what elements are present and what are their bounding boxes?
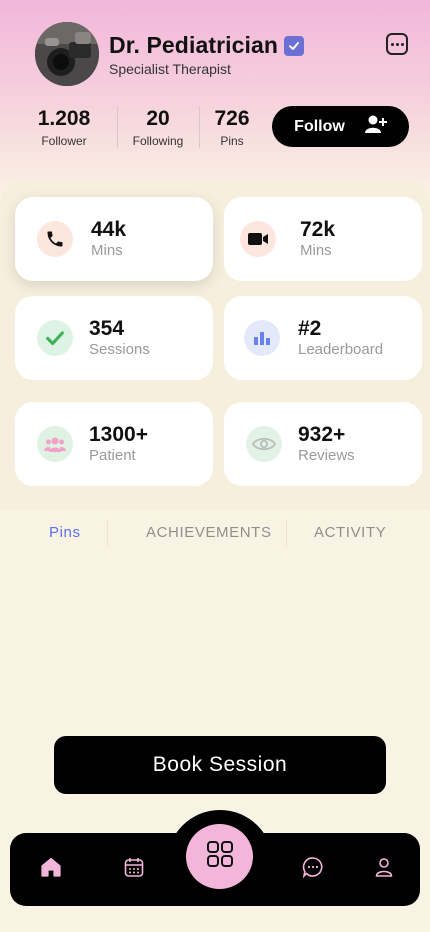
card-caption: Sessions [89, 341, 150, 358]
card-value: 932+ [298, 423, 346, 446]
card-caption: Reviews [298, 447, 355, 464]
grid-icon [206, 840, 234, 873]
card-value: 1300+ [89, 423, 148, 446]
dot-icon [400, 42, 404, 46]
tab-pins[interactable]: Pins [49, 524, 81, 541]
stat-label: Following [132, 134, 184, 148]
card-video-minutes[interactable]: 72k Mins [224, 197, 422, 281]
tab-achievements[interactable]: ACHIEVEMENTS [146, 524, 272, 541]
chat-icon[interactable] [301, 855, 325, 879]
card-reviews[interactable]: 932+ Reviews [224, 402, 422, 486]
card-caption: Mins [91, 242, 123, 259]
calendar-icon[interactable] [122, 855, 146, 879]
phone-icon [37, 221, 73, 257]
dot-icon [395, 42, 399, 46]
profile-name: Dr. Pediatrician [109, 32, 279, 58]
follow-label: Follow [294, 117, 345, 135]
stat-value: 20 [146, 107, 170, 130]
dot-icon [390, 42, 394, 46]
card-patients[interactable]: 1300+ Patient [15, 402, 213, 486]
card-value: 72k [300, 218, 336, 241]
users-icon [37, 426, 73, 462]
divider [199, 106, 200, 148]
user-icon[interactable] [372, 855, 396, 879]
tab-activity[interactable]: ACTIVITY [314, 524, 386, 541]
card-caption: Mins [300, 242, 332, 259]
profile-subtitle: Specialist Therapist [109, 61, 231, 77]
home-icon[interactable] [39, 855, 63, 879]
stat-value: 726 [214, 107, 250, 130]
card-value: 354 [89, 317, 125, 340]
divider [107, 520, 108, 546]
card-value: #2 [298, 317, 322, 340]
stat-following[interactable]: 20 Following [128, 107, 188, 148]
book-session-button[interactable]: Book Session [54, 736, 386, 794]
avatar[interactable] [35, 22, 99, 86]
add-user-icon [364, 114, 387, 139]
card-call-minutes[interactable]: 44k Mins [15, 197, 213, 281]
stat-pins[interactable]: 726 Pins [208, 107, 256, 148]
divider [117, 106, 118, 148]
profile-tabs: Pins ACHIEVEMENTS ACTIVITY [0, 520, 430, 546]
divider [286, 520, 287, 546]
card-sessions[interactable]: 354 Sessions [15, 296, 213, 380]
bar-chart-icon [244, 320, 280, 356]
grid-menu-button[interactable] [186, 824, 253, 889]
video-icon [240, 221, 276, 257]
card-leaderboard[interactable]: #2 Leaderboard [224, 296, 422, 380]
verified-badge-icon [284, 35, 305, 56]
follow-button[interactable]: Follow [272, 106, 409, 147]
card-caption: Leaderboard [298, 341, 384, 358]
eye-icon [246, 426, 282, 462]
check-icon [37, 320, 73, 356]
stat-value: 1.208 [37, 107, 91, 130]
stat-followers[interactable]: 1.208 Follower [35, 107, 93, 148]
card-caption: Patient [89, 447, 136, 464]
stat-label: Pins [220, 134, 244, 148]
chat-more-button[interactable] [386, 33, 408, 55]
card-value: 44k [91, 218, 127, 241]
stat-label: Follower [41, 134, 87, 148]
